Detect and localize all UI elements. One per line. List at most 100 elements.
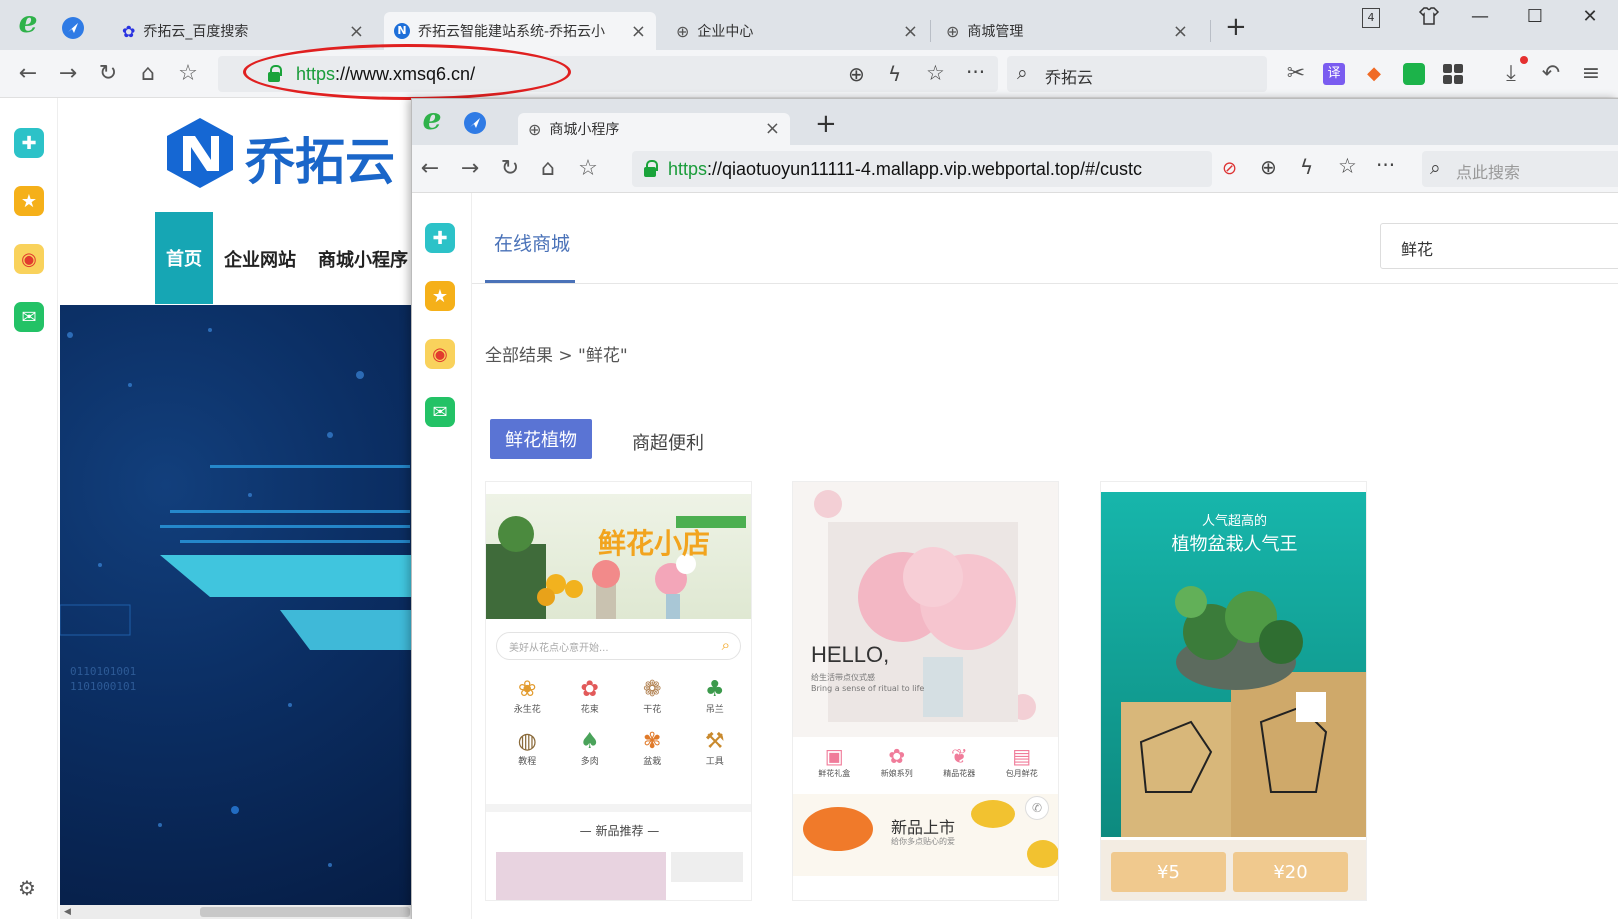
gift-box-icon: ▣ bbox=[824, 744, 844, 768]
sidebar-mail-icon[interactable]: ✉ bbox=[425, 397, 455, 427]
banner-title: 鲜花小店 bbox=[598, 527, 711, 560]
template-card-flower-shop[interactable]: 鲜花小店 美好从花点心意开始... ⌕ ❀ 永生花 ✿ 花束 ❁ 干花 ♣ 吊兰 ◍ 教程… bbox=[485, 481, 752, 901]
coupon-strip: ¥5 ¥20 bbox=[1101, 840, 1366, 900]
tab-mall-miniprogram[interactable]: ⊕ 商城小程序 × bbox=[518, 113, 790, 145]
sidebar-health-icon[interactable]: ✚ bbox=[14, 128, 44, 158]
menu-hamburger-icon[interactable]: ≡ bbox=[1577, 60, 1605, 88]
grid-item: ♠ 多肉 bbox=[559, 729, 622, 767]
category-flowers[interactable]: 鲜花植物 bbox=[490, 419, 592, 459]
scissors-icon[interactable]: ✂ bbox=[1282, 60, 1310, 88]
dried-flower-icon: ❁ bbox=[643, 677, 662, 702]
sidebar-health-icon[interactable]: ✚ bbox=[425, 223, 455, 253]
grid-item: ❦ 精品花器 bbox=[928, 744, 991, 779]
highlight-ellipse bbox=[243, 44, 571, 100]
template-card-hello-roses[interactable]: HELLO, 给生活带点仪式感 Bring a sense of ritual … bbox=[792, 481, 1059, 901]
search-icon: ⌕ bbox=[1017, 62, 1028, 84]
phone-icon[interactable]: ✆ bbox=[1025, 796, 1049, 820]
tab-baidu-search[interactable]: ✿ 乔拓云_百度搜索 × bbox=[112, 12, 374, 50]
skin-shirt-icon[interactable] bbox=[1414, 6, 1444, 31]
back-arrow-icon[interactable]: ← bbox=[14, 60, 42, 88]
close-tab-icon[interactable]: × bbox=[765, 118, 780, 139]
search-box[interactable]: ⌕ 乔拓云 bbox=[1007, 56, 1267, 92]
nav-mall-miniprogram[interactable]: 商城小程序 bbox=[318, 246, 408, 272]
back-arrow-icon[interactable]: ← bbox=[416, 155, 444, 183]
more-dots-icon[interactable]: ··· bbox=[966, 60, 985, 84]
apps-grid-icon[interactable] bbox=[1443, 64, 1463, 84]
settings-gear-icon[interactable]: ⚙ bbox=[18, 876, 36, 900]
forward-arrow-icon[interactable]: → bbox=[456, 155, 484, 183]
game-controller-icon[interactable]: ◆ bbox=[1362, 63, 1386, 85]
favorites-star-list-icon[interactable]: ☆ bbox=[174, 60, 202, 88]
horizontal-scrollbar[interactable]: ◀ bbox=[60, 905, 412, 919]
template-card-potted-plants[interactable]: 人气超高的 植物盆栽人气王 ¥5 ¥20 bbox=[1100, 481, 1367, 901]
minimize-icon[interactable]: — bbox=[1465, 6, 1495, 27]
zoom-icon[interactable]: ⊕ bbox=[848, 62, 865, 86]
browser-logo-icon[interactable]: e bbox=[12, 8, 44, 38]
tab-online-mall[interactable]: 在线商城 bbox=[494, 229, 570, 256]
close-tab-icon[interactable]: × bbox=[349, 21, 364, 42]
plant-banner-line2: 植物盆栽人气王 bbox=[1171, 534, 1298, 555]
lightning-icon[interactable]: ϟ bbox=[888, 62, 901, 86]
forward-arrow-icon[interactable]: → bbox=[54, 60, 82, 88]
card-divider bbox=[486, 804, 751, 812]
grid-item: ◍ 教程 bbox=[496, 729, 559, 767]
download-icon[interactable]: ⤓ bbox=[1497, 60, 1525, 88]
search-input[interactable]: 点此搜索 bbox=[1456, 159, 1520, 183]
mall-search-input[interactable]: 鲜花 bbox=[1380, 223, 1618, 269]
tab-enterprise-center[interactable]: ⊕ 企业中心 × bbox=[666, 12, 928, 50]
reload-icon[interactable]: ↻ bbox=[496, 155, 524, 183]
grid-item: ▣ 鲜花礼盒 bbox=[803, 744, 866, 779]
succulent-icon: ♠ bbox=[579, 729, 600, 754]
scroll-left-arrow-icon[interactable]: ◀ bbox=[64, 907, 71, 917]
nav-home[interactable]: 首页 bbox=[155, 212, 213, 304]
category-convenience[interactable]: 商超便利 bbox=[632, 429, 704, 455]
inner-tab-bar: e ⊕ 商城小程序 × + bbox=[412, 99, 1618, 145]
browser-logo-icon[interactable]: e bbox=[416, 105, 448, 135]
address-url[interactable]: https://qiaotuoyun11111-4.mallapp.vip.we… bbox=[668, 159, 1142, 180]
close-tab-icon[interactable]: × bbox=[1173, 21, 1188, 42]
reload-icon[interactable]: ↻ bbox=[94, 60, 122, 88]
close-window-icon[interactable]: ✕ bbox=[1575, 6, 1605, 27]
blocked-tracker-icon[interactable]: ⊘ bbox=[1222, 158, 1237, 179]
favorites-star-list-icon[interactable]: ☆ bbox=[574, 155, 602, 183]
new-tab-plus-icon[interactable]: + bbox=[1225, 12, 1247, 42]
bookmark-star-icon[interactable]: ☆ bbox=[1338, 154, 1357, 178]
sidebar-favorites-icon[interactable]: ★ bbox=[14, 186, 44, 216]
undo-icon[interactable]: ↶ bbox=[1537, 60, 1565, 88]
tutorial-icon: ◍ bbox=[517, 729, 537, 754]
tab-mall-management[interactable]: ⊕ 商城管理 × bbox=[936, 12, 1198, 50]
sidebar-weibo-icon[interactable]: ◉ bbox=[14, 244, 44, 274]
tab-label: 商城管理 bbox=[967, 24, 1024, 40]
navigation-compass-icon[interactable] bbox=[62, 17, 84, 39]
home-icon[interactable]: ⌂ bbox=[534, 155, 562, 183]
sidebar-mail-icon[interactable]: ✉ bbox=[14, 302, 44, 332]
nav-enterprise-site[interactable]: 企业网站 bbox=[224, 246, 296, 272]
potted-plant-icon: ✾ bbox=[643, 729, 662, 754]
coupon-5[interactable]: ¥5 bbox=[1111, 852, 1226, 892]
more-dots-icon[interactable]: ··· bbox=[1376, 153, 1395, 177]
tab-count-icon[interactable]: 4 bbox=[1362, 8, 1380, 28]
reader-book-icon[interactable] bbox=[1403, 63, 1425, 85]
lightning-icon[interactable]: ϟ bbox=[1300, 155, 1313, 179]
mall-search-value: 鲜花 bbox=[1401, 240, 1434, 259]
grid-item: ❀ 永生花 bbox=[496, 677, 559, 715]
baidu-paw-icon: ✿ bbox=[122, 21, 136, 41]
home-icon[interactable]: ⌂ bbox=[134, 60, 162, 88]
close-tab-icon[interactable]: × bbox=[903, 21, 918, 42]
sidebar-weibo-icon[interactable]: ◉ bbox=[425, 339, 455, 369]
bookmark-star-icon[interactable]: ☆ bbox=[926, 61, 945, 85]
brand-name: 乔拓云 bbox=[245, 133, 395, 191]
sidebar-favorites-icon[interactable]: ★ bbox=[425, 281, 455, 311]
close-tab-icon[interactable]: × bbox=[631, 21, 646, 42]
coupon-20[interactable]: ¥20 bbox=[1233, 852, 1348, 892]
new-tab-plus-icon[interactable]: + bbox=[815, 109, 837, 139]
navigation-compass-icon[interactable] bbox=[464, 112, 486, 134]
zoom-icon[interactable]: ⊕ bbox=[1260, 155, 1277, 179]
translate-icon[interactable]: 译 bbox=[1323, 63, 1345, 85]
address-bar[interactable]: https://qiaotuoyun11111-4.mallapp.vip.we… bbox=[632, 151, 1212, 187]
bride-flower-icon: ✿ bbox=[888, 744, 906, 768]
search-input[interactable]: 乔拓云 bbox=[1045, 64, 1093, 88]
maximize-icon[interactable]: ☐ bbox=[1520, 6, 1550, 27]
scrollbar-thumb[interactable] bbox=[200, 907, 410, 917]
search-box[interactable]: ⌕ 点此搜索 bbox=[1422, 151, 1618, 187]
